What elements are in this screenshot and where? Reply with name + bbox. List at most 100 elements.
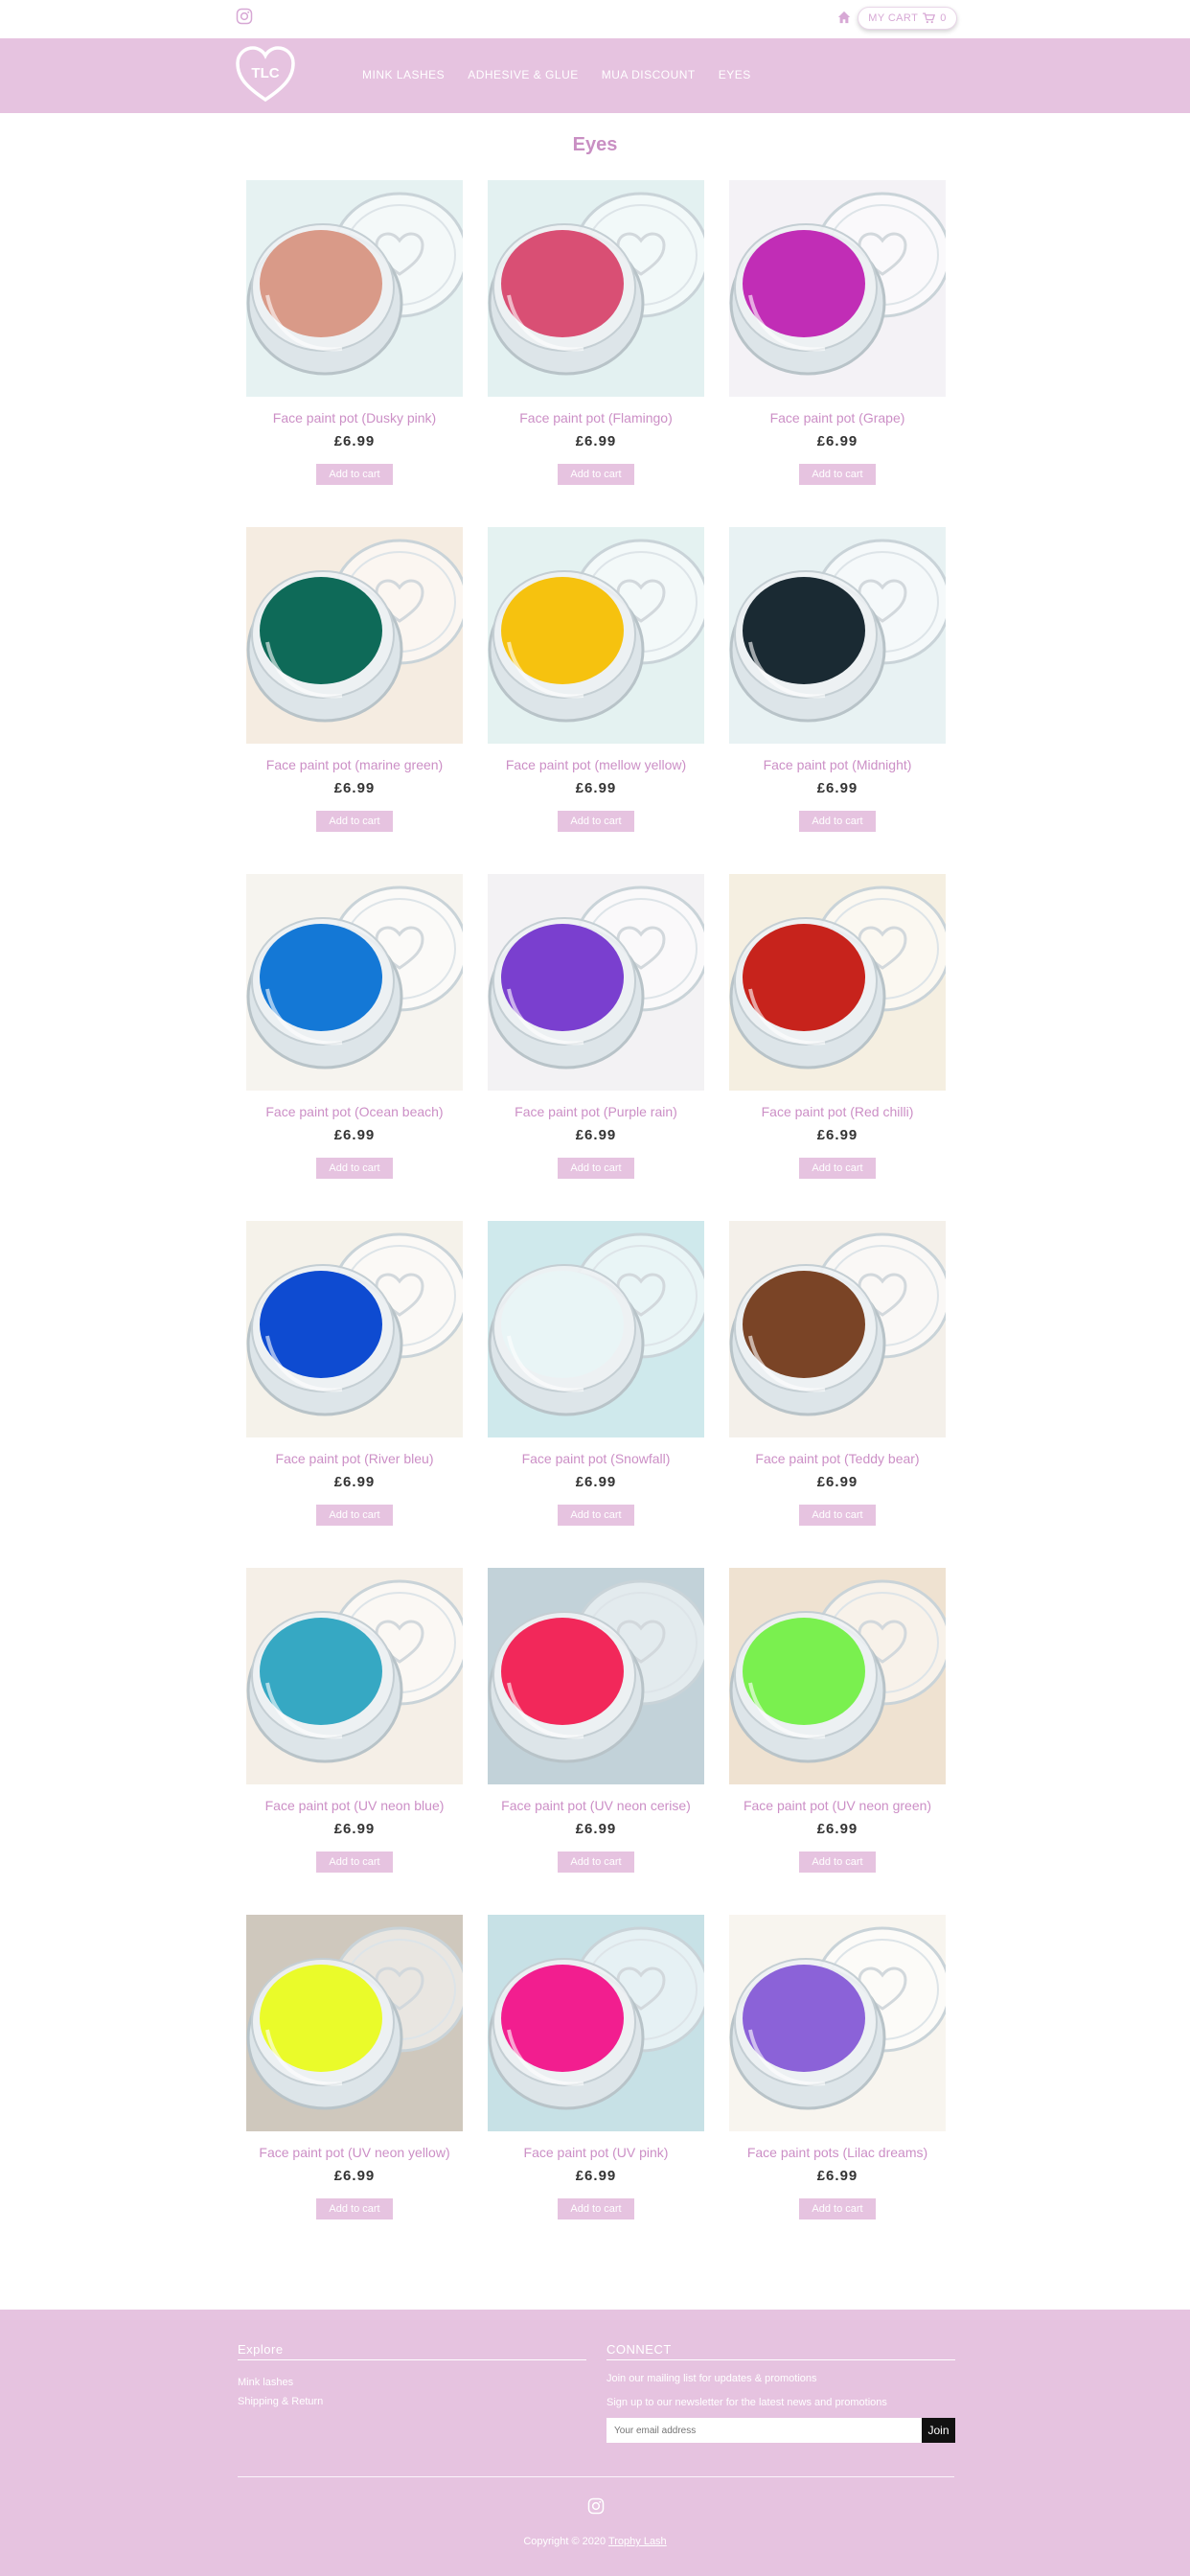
- product-name[interactable]: Face paint pot (mellow yellow): [474, 757, 718, 772]
- product-image[interactable]: [729, 527, 946, 744]
- product-card[interactable]: Face paint pot (UV neon blue) £6.99 Add to…: [246, 1568, 463, 1896]
- product-name[interactable]: Face paint pot (marine green): [233, 757, 476, 772]
- product-name[interactable]: Face paint pot (Snowfall): [474, 1451, 718, 1466]
- product-name[interactable]: Face paint pot (Teddy bear): [716, 1451, 959, 1466]
- add-to-cart-button[interactable]: Add to cart: [558, 1158, 634, 1179]
- product-card[interactable]: Face paint pot (Grape) £6.99 Add to cart: [729, 180, 946, 508]
- paint-pot-image: [246, 874, 463, 1091]
- paint-pot-image: [729, 874, 946, 1091]
- product-card[interactable]: Face paint pot (Purple rain) £6.99 Add to …: [488, 874, 704, 1202]
- product-name[interactable]: Face paint pot (UV neon yellow): [233, 2145, 476, 2160]
- product-name[interactable]: Face paint pot (UV neon cerise): [474, 1798, 718, 1813]
- product-card[interactable]: Face paint pot (Flamingo) £6.99 Add to car…: [488, 180, 704, 508]
- add-to-cart-button[interactable]: Add to cart: [799, 1505, 876, 1526]
- tlc-logo[interactable]: TLC: [236, 46, 295, 105]
- add-to-cart-button[interactable]: Add to cart: [316, 811, 393, 832]
- product-card[interactable]: Face paint pot (UV neon yellow) £6.99 Add …: [246, 1915, 463, 2242]
- product-name[interactable]: Face paint pots (Lilac dreams): [716, 2145, 959, 2160]
- paint-pot-image: [488, 180, 704, 397]
- product-card[interactable]: Face paint pot (Teddy bear) £6.99 Add to c…: [729, 1221, 946, 1549]
- product-name[interactable]: Face paint pot (Flamingo): [474, 410, 718, 426]
- product-card[interactable]: Face paint pot (Ocean beach) £6.99 Add to …: [246, 874, 463, 1202]
- footer-instagram-icon[interactable]: [587, 2497, 605, 2515]
- product-image[interactable]: [729, 1915, 946, 2131]
- product-card[interactable]: Face paint pot (UV neon green) £6.99 Add t…: [729, 1568, 946, 1896]
- nav-item-adhesive-glue[interactable]: ADHESIVE & GLUE: [468, 68, 579, 81]
- add-to-cart-button[interactable]: Add to cart: [316, 1852, 393, 1873]
- product-image[interactable]: [246, 180, 463, 397]
- product-image[interactable]: [246, 527, 463, 744]
- product-card[interactable]: Face paint pots (Lilac dreams) £6.99 Add t…: [729, 1915, 946, 2242]
- add-to-cart-button[interactable]: Add to cart: [316, 1505, 393, 1526]
- product-image[interactable]: [246, 1915, 463, 2131]
- add-to-cart-button[interactable]: Add to cart: [558, 1852, 634, 1873]
- newsletter-join-button[interactable]: Join: [922, 2418, 955, 2443]
- page-title: Eyes: [572, 134, 618, 155]
- product-card[interactable]: Face paint pot (UV neon cerise) £6.99 Add …: [488, 1568, 704, 1896]
- home-icon[interactable]: [837, 11, 851, 24]
- product-image[interactable]: [246, 1221, 463, 1438]
- add-to-cart-button[interactable]: Add to cart: [799, 2198, 876, 2220]
- product-image[interactable]: [246, 1568, 463, 1784]
- add-to-cart-button[interactable]: Add to cart: [799, 1852, 876, 1873]
- product-name[interactable]: Face paint pot (Midnight): [716, 757, 959, 772]
- product-name[interactable]: Face paint pot (Dusky pink): [233, 410, 476, 426]
- product-image[interactable]: [488, 1568, 704, 1784]
- paint-pot-image: [729, 1915, 946, 2131]
- paint-pot-image: [246, 1221, 463, 1438]
- product-name[interactable]: Face paint pot (Ocean beach): [233, 1104, 476, 1119]
- product-image[interactable]: [488, 1915, 704, 2131]
- product-image[interactable]: [729, 1568, 946, 1784]
- nav-item-eyes[interactable]: EYES: [719, 68, 751, 81]
- copyright-link[interactable]: Trophy Lash: [608, 2536, 667, 2547]
- nav-item-mink-lashes[interactable]: MINK LASHES: [362, 68, 445, 81]
- product-image[interactable]: [488, 1221, 704, 1438]
- product-name[interactable]: Face paint pot (Red chilli): [716, 1104, 959, 1119]
- product-card[interactable]: Face paint pot (mellow yellow) £6.99 Add t…: [488, 527, 704, 855]
- product-image[interactable]: [729, 180, 946, 397]
- product-name[interactable]: Face paint pot (UV neon green): [716, 1798, 959, 1813]
- add-to-cart-button[interactable]: Add to cart: [799, 464, 876, 485]
- product-image[interactable]: [246, 874, 463, 1091]
- cart-label: MY CART: [868, 12, 919, 24]
- footer-connect-title: CONNECT: [606, 2342, 672, 2357]
- add-to-cart-button[interactable]: Add to cart: [316, 464, 393, 485]
- product-card[interactable]: Face paint pot (Red chilli) £6.99 Add to c…: [729, 874, 946, 1202]
- product-image[interactable]: [729, 1221, 946, 1438]
- product-price: £6.99: [333, 433, 376, 449]
- product-image[interactable]: [488, 874, 704, 1091]
- product-card[interactable]: Face paint pot (marine green) £6.99 Add to…: [246, 527, 463, 855]
- top-bar: MY CART 0: [0, 0, 1190, 38]
- product-image[interactable]: [488, 180, 704, 397]
- add-to-cart-button[interactable]: Add to cart: [558, 1505, 634, 1526]
- add-to-cart-button[interactable]: Add to cart: [316, 1158, 393, 1179]
- newsletter-email-input[interactable]: [606, 2418, 922, 2443]
- product-name[interactable]: Face paint pot (UV neon blue): [233, 1798, 476, 1813]
- product-image[interactable]: [729, 874, 946, 1091]
- product-card[interactable]: Face paint pot (UV pink) £6.99 Add to cart: [488, 1915, 704, 2242]
- add-to-cart-button[interactable]: Add to cart: [558, 811, 634, 832]
- footer-link-mink-lashes[interactable]: Mink lashes: [238, 2377, 293, 2388]
- product-name[interactable]: Face paint pot (UV pink): [474, 2145, 718, 2160]
- add-to-cart-button[interactable]: Add to cart: [799, 811, 876, 832]
- add-to-cart-button[interactable]: Add to cart: [558, 464, 634, 485]
- product-name[interactable]: Face paint pot (River bleu): [233, 1451, 476, 1466]
- product-card[interactable]: Face paint pot (Dusky pink) £6.99 Add to c…: [246, 180, 463, 508]
- cart-button[interactable]: MY CART 0: [858, 7, 957, 30]
- add-to-cart-button[interactable]: Add to cart: [558, 2198, 634, 2220]
- product-price: £6.99: [816, 1821, 858, 1837]
- product-card[interactable]: Face paint pot (Midnight) £6.99 Add to car…: [729, 527, 946, 855]
- paint-pot-image: [729, 1568, 946, 1784]
- paint-pot-image: [488, 527, 704, 744]
- footer-link-shipping-return[interactable]: Shipping & Return: [238, 2396, 323, 2407]
- instagram-icon[interactable]: [236, 8, 253, 25]
- product-name[interactable]: Face paint pot (Purple rain): [474, 1104, 718, 1119]
- product-card[interactable]: Face paint pot (Snowfall) £6.99 Add to car…: [488, 1221, 704, 1549]
- add-to-cart-button[interactable]: Add to cart: [316, 2198, 393, 2220]
- nav-item-mua-discount[interactable]: MUA DISCOUNT: [602, 68, 696, 81]
- footer-explore-divider: [238, 2359, 586, 2360]
- product-name[interactable]: Face paint pot (Grape): [716, 410, 959, 426]
- product-image[interactable]: [488, 527, 704, 744]
- product-card[interactable]: Face paint pot (River bleu) £6.99 Add to c…: [246, 1221, 463, 1549]
- add-to-cart-button[interactable]: Add to cart: [799, 1158, 876, 1179]
